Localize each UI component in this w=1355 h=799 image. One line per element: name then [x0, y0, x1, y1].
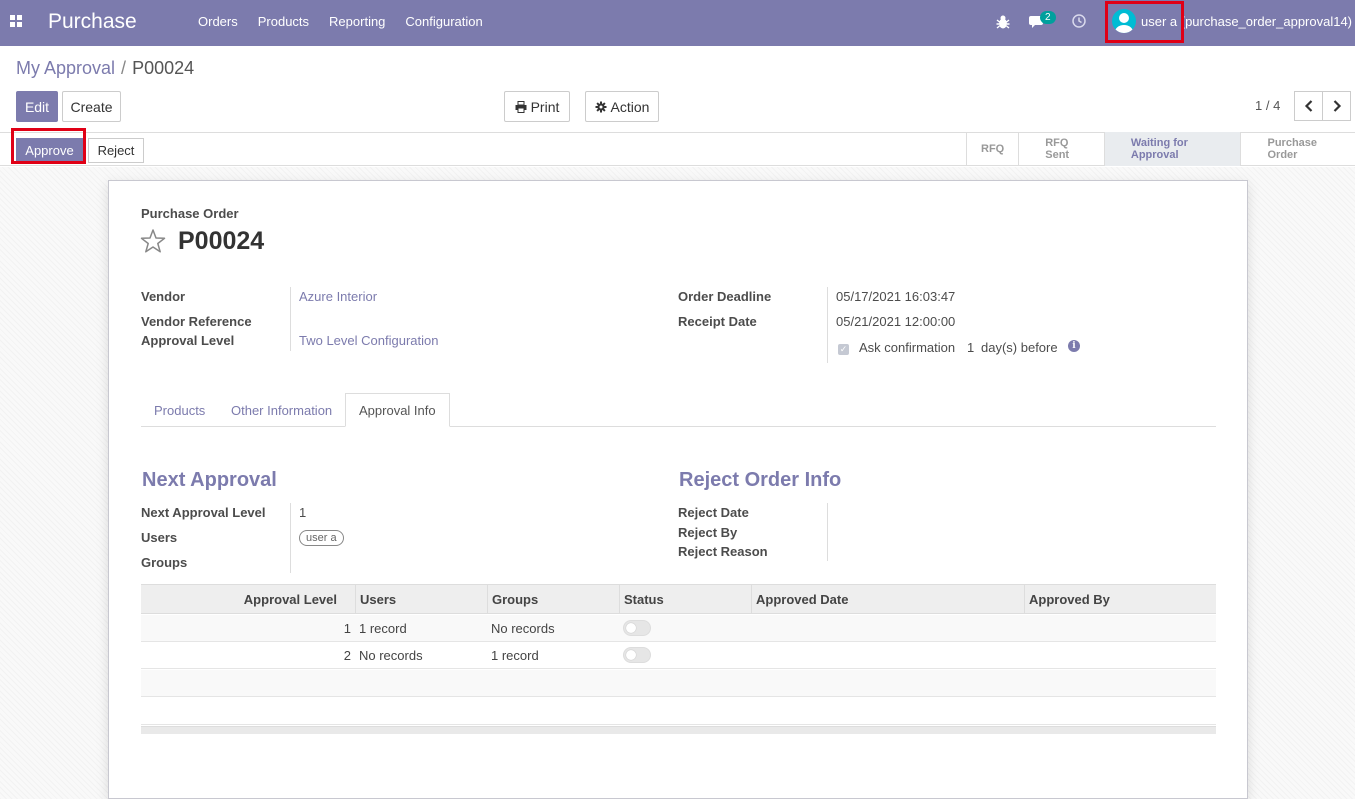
vendor-value[interactable]: Azure Interior: [299, 289, 377, 304]
activity-clock-icon[interactable]: [1072, 14, 1086, 28]
tab-products[interactable]: Products: [141, 393, 218, 427]
field-separator: [290, 287, 291, 351]
receipt-date-value: 05/21/2021 12:00:00: [836, 314, 956, 329]
cell-groups: 1 record: [491, 648, 539, 663]
column-groups[interactable]: Groups: [487, 585, 619, 614]
menu-configuration[interactable]: Configuration: [405, 14, 482, 29]
notebook-tabs: Products Other Information Approval Info: [141, 393, 1216, 427]
stage-purchase-order[interactable]: Purchase Order: [1240, 132, 1355, 166]
chevron-left-icon: [1304, 100, 1312, 112]
highlight-approve-box: [11, 128, 86, 164]
ask-confirmation-days: 1: [967, 340, 975, 355]
breadcrumb: My Approval / P00024: [16, 58, 194, 79]
cell-approval-level: 2: [343, 648, 351, 663]
users-label: Users: [141, 530, 178, 545]
table-empty-row: [141, 698, 1216, 725]
menu-orders[interactable]: Orders: [198, 14, 238, 29]
apps-menu-icon[interactable]: [10, 15, 22, 27]
vendor-label: Vendor: [141, 289, 186, 304]
next-approval-level-value: 1: [299, 505, 307, 520]
order-deadline-value: 05/17/2021 16:03:47: [836, 289, 956, 304]
reject-date-label: Reject Date: [678, 505, 749, 520]
chevron-right-icon: [1333, 100, 1341, 112]
reject-order-info-title: Reject Order Info: [679, 469, 842, 491]
column-status[interactable]: Status: [619, 585, 751, 614]
cell-users: 1 record: [359, 621, 407, 636]
form-sheet: Purchase Order P00024 Vendor Azure Inter…: [108, 180, 1248, 799]
document-name: P00024: [178, 227, 265, 255]
tab-other-information[interactable]: Other Information: [218, 393, 345, 427]
reject-button[interactable]: Reject: [88, 138, 144, 163]
status-toggle[interactable]: [623, 647, 651, 663]
main-menu: Orders Products Reporting Configuration: [188, 14, 493, 29]
approval-level-label: Approval Level: [141, 333, 235, 348]
order-deadline-label: Order Deadline: [678, 289, 772, 304]
table-row[interactable]: 1 1 record No records: [141, 615, 1216, 642]
vendor-reference-label: Vendor Reference: [141, 314, 252, 329]
debug-bug-icon[interactable]: [996, 14, 1010, 30]
stage-pipeline: RFQ RFQ Sent Waiting for Approval Purcha…: [966, 132, 1355, 166]
status-toggle[interactable]: [623, 620, 651, 636]
action-button[interactable]: Action: [585, 91, 659, 122]
user-tag[interactable]: user a: [299, 530, 344, 546]
star-icon[interactable]: [140, 228, 166, 254]
print-button[interactable]: Print: [504, 91, 570, 122]
ask-confirmation-suffix: day(s) before: [981, 340, 1058, 355]
reject-by-label: Reject By: [678, 525, 738, 540]
table-footer: [141, 726, 1216, 734]
edit-button[interactable]: Edit: [16, 91, 58, 122]
groups-label: Groups: [141, 555, 188, 570]
table-row[interactable]: 2 No records 1 record: [141, 642, 1216, 669]
table-empty-row: [141, 670, 1216, 697]
stage-rfq[interactable]: RFQ: [966, 132, 1018, 166]
ask-confirmation-prefix: Ask confirmation: [859, 340, 956, 355]
next-approval-level-label: Next Approval Level: [141, 505, 266, 520]
stage-waiting-for-approval[interactable]: Waiting for Approval: [1103, 132, 1241, 166]
stage-rfq-sent[interactable]: RFQ Sent: [1018, 132, 1104, 166]
table-header: Approval Level Users Groups Status Appro…: [141, 584, 1216, 614]
document-type-label: Purchase Order: [141, 206, 239, 221]
menu-reporting[interactable]: Reporting: [329, 14, 385, 29]
pager-value[interactable]: 1 / 4: [1255, 98, 1280, 113]
breadcrumb-current: P00024: [132, 58, 195, 78]
cell-users: No records: [359, 648, 423, 663]
tab-approval-info[interactable]: Approval Info: [345, 393, 450, 427]
menu-products[interactable]: Products: [258, 14, 309, 29]
pager-next-button[interactable]: [1322, 91, 1351, 121]
highlight-user-box: [1105, 1, 1184, 43]
pager-previous-button[interactable]: [1294, 91, 1323, 121]
column-users[interactable]: Users: [355, 585, 487, 614]
print-icon: [515, 100, 527, 113]
create-button[interactable]: Create: [62, 91, 121, 122]
field-separator: [827, 287, 828, 363]
column-approval-level[interactable]: Approval Level: [141, 585, 355, 614]
cell-approval-level: 1: [343, 621, 351, 636]
column-approved-by[interactable]: Approved By: [1024, 585, 1216, 614]
next-approval-title: Next Approval: [142, 469, 277, 491]
field-separator: [290, 503, 291, 573]
app-brand[interactable]: Purchase: [48, 10, 137, 34]
info-icon[interactable]: i: [1068, 340, 1080, 352]
ask-confirmation-checkbox[interactable]: ✓: [838, 344, 849, 355]
breadcrumb-my-approval[interactable]: My Approval: [16, 58, 115, 78]
gear-icon: [595, 101, 607, 112]
breadcrumb-separator: /: [121, 58, 127, 78]
action-label: Action: [610, 98, 650, 115]
reject-reason-label: Reject Reason: [678, 544, 768, 559]
receipt-date-label: Receipt Date: [678, 314, 757, 329]
field-separator: [827, 503, 828, 561]
print-label: Print: [530, 98, 560, 115]
chat-count-badge: 2: [1040, 11, 1056, 24]
column-approved-date[interactable]: Approved Date: [751, 585, 1024, 614]
cell-groups: No records: [491, 621, 555, 636]
approval-level-value[interactable]: Two Level Configuration: [299, 333, 438, 348]
